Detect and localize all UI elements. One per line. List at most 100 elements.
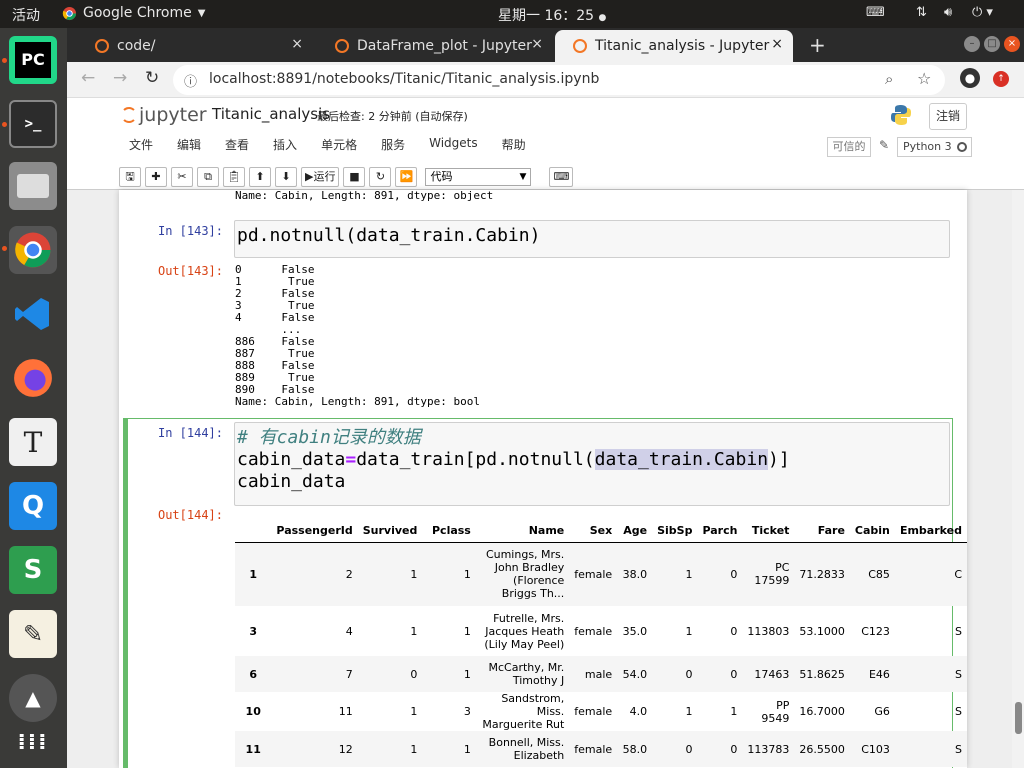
interrupt-icon[interactable]: ■: [343, 167, 366, 187]
table-cell: 1: [422, 656, 476, 692]
copy-icon[interactable]: ⧉: [197, 167, 219, 187]
tab-code[interactable]: code/ ×: [77, 30, 313, 62]
maximize-icon[interactable]: □: [984, 36, 1000, 52]
table-cell: S: [955, 705, 962, 718]
notebook-title[interactable]: Titanic_analysis: [212, 105, 330, 123]
minimize-icon[interactable]: –: [964, 36, 980, 52]
column-header: Sex: [569, 520, 618, 543]
input-prompt: In [144]:: [157, 426, 223, 440]
save-icon[interactable]: 🖫: [119, 167, 141, 187]
insert-cell-icon[interactable]: ✚: [145, 167, 167, 187]
close-icon[interactable]: ×: [771, 36, 783, 52]
jupyter-favicon-icon: [573, 39, 587, 53]
pycharm-icon[interactable]: PC: [9, 36, 57, 84]
firefox-icon[interactable]: [9, 354, 57, 402]
table-cell: 3: [463, 705, 471, 718]
info-icon[interactable]: ⓘ: [184, 71, 197, 90]
command-palette-icon[interactable]: ⌨: [549, 167, 574, 187]
table-header-row: PassengerId Survived Pclass Name Sex Age SibSp…: [235, 520, 967, 543]
update-alert-icon[interactable]: ↑: [993, 71, 1009, 87]
column-header: Age: [617, 520, 653, 543]
table-cell: 35.0: [622, 624, 648, 638]
row-index: 11: [235, 731, 272, 767]
jupyter-header: jupyter Titanic_analysis 最后检查: 2 分钟前 (自动…: [67, 98, 1024, 190]
text-editor-icon[interactable]: ✎: [9, 610, 57, 658]
jupyter-logo[interactable]: jupyter: [121, 104, 207, 126]
restart-run-all-icon[interactable]: ⏩: [395, 167, 418, 187]
logout-button[interactable]: 注销: [929, 103, 967, 130]
menu-view[interactable]: 查看: [225, 136, 249, 153]
cut-icon[interactable]: ✂: [171, 167, 193, 187]
menu-cell[interactable]: 单元格: [321, 136, 357, 153]
spreadsheet-icon[interactable]: S: [9, 546, 57, 594]
paste-icon[interactable]: 📋︎: [223, 167, 245, 187]
table-cell: 54.0: [617, 656, 653, 692]
back-icon[interactable]: ←: [81, 68, 95, 88]
keyboard-icon[interactable]: ⌨: [866, 5, 885, 20]
column-header: Parch: [697, 520, 743, 543]
table-cell: C123: [861, 624, 890, 638]
kernel-indicator[interactable]: Python 3: [897, 137, 972, 157]
terminal-icon[interactable]: >_: [9, 100, 57, 148]
code-input[interactable]: # 有cabin记录的数据 cabin_data=data_train[pd.n…: [234, 422, 950, 506]
activities-button[interactable]: 活动: [12, 5, 40, 25]
table-cell: S: [894, 731, 967, 767]
forward-icon[interactable]: →: [113, 68, 127, 88]
close-icon[interactable]: ×: [291, 36, 303, 52]
input-prompt: In [143]:: [157, 224, 223, 238]
close-window-icon[interactable]: ×: [1004, 36, 1020, 52]
table-cell: PC 17599: [742, 542, 795, 606]
menu-bar: 文件 编辑 查看 插入 单元格 服务 Widgets 帮助: [129, 136, 550, 153]
table-cell: 53.1000: [799, 624, 845, 638]
code-input[interactable]: pd.notnull(data_train.Cabin): [234, 220, 950, 258]
table-cell: E46: [849, 656, 895, 692]
table-cell: Bonnell, Miss. Elizabeth: [475, 731, 570, 767]
tab-titanic-analysis[interactable]: Titanic_analysis - Jupyter ×: [555, 30, 793, 62]
tab-dataframe-plot[interactable]: DataFrame_plot - Jupyter ×: [317, 30, 553, 62]
volume-icon[interactable]: 🔊︎: [944, 5, 952, 20]
move-down-icon[interactable]: ⬇: [275, 167, 297, 187]
reload-icon[interactable]: ↻: [145, 68, 159, 88]
menu-edit[interactable]: 编辑: [177, 136, 201, 153]
menu-insert[interactable]: 插入: [273, 136, 297, 153]
typora-icon[interactable]: T: [9, 418, 57, 466]
table-cell: 11: [338, 705, 353, 718]
table-cell: 0: [697, 542, 743, 606]
checkpoint-status: 最后检查: 2 分钟前 (自动保存): [317, 110, 468, 123]
table-cell: 0: [652, 656, 698, 692]
zoom-icon[interactable]: ⌕: [885, 70, 893, 88]
table-cell: 1: [422, 542, 476, 606]
close-icon[interactable]: ×: [531, 36, 543, 52]
dock: PC >_ T Q S ✎ ▲ ⁞⁞⁞: [0, 28, 67, 768]
run-button[interactable]: ▶运行: [301, 167, 340, 187]
jupyter-logo-icon: [121, 107, 137, 123]
trusted-indicator[interactable]: 可信的: [827, 137, 871, 157]
page-content: jupyter Titanic_analysis 最后检查: 2 分钟前 (自动…: [67, 98, 1024, 768]
menu-file[interactable]: 文件: [129, 136, 153, 153]
scrollbar-thumb[interactable]: [1015, 702, 1022, 734]
files-icon[interactable]: [9, 162, 57, 210]
address-bar[interactable]: ⓘ localhost:8891/notebooks/Titanic/Titan…: [173, 65, 945, 95]
notification-dot-icon: ●: [598, 13, 607, 23]
new-tab-button[interactable]: +: [809, 33, 826, 57]
table-cell: 113803: [747, 624, 790, 638]
app-menu[interactable]: Google Chrome ▼: [62, 5, 205, 21]
chrome-icon[interactable]: [9, 226, 57, 274]
qq-icon[interactable]: Q: [9, 482, 57, 530]
bookmark-star-icon[interactable]: ☆: [917, 69, 931, 88]
move-up-icon[interactable]: ⬆: [249, 167, 271, 187]
profile-avatar-icon[interactable]: ●: [960, 68, 980, 88]
vscode-icon[interactable]: [9, 290, 57, 338]
cell-type-select[interactable]: 代码 ▼: [425, 168, 532, 186]
menu-help[interactable]: 帮助: [502, 136, 526, 153]
notebook-container[interactable]: Name: Cabin, Length: 891, dtype: object …: [119, 190, 967, 768]
network-icon[interactable]: ⇅: [916, 5, 927, 20]
clock[interactable]: 星期一 16：25 ●: [498, 5, 606, 25]
power-icon[interactable]: ⏻ ▾: [972, 5, 993, 20]
page-scrollbar[interactable]: [1012, 190, 1024, 768]
menu-kernel[interactable]: 服务: [381, 136, 405, 153]
restart-icon[interactable]: ↻: [369, 167, 392, 187]
app-grid-icon[interactable]: ⁞⁞⁞: [9, 718, 57, 766]
menu-widgets[interactable]: Widgets: [429, 136, 478, 153]
software-updater-icon[interactable]: ▲: [9, 674, 57, 722]
